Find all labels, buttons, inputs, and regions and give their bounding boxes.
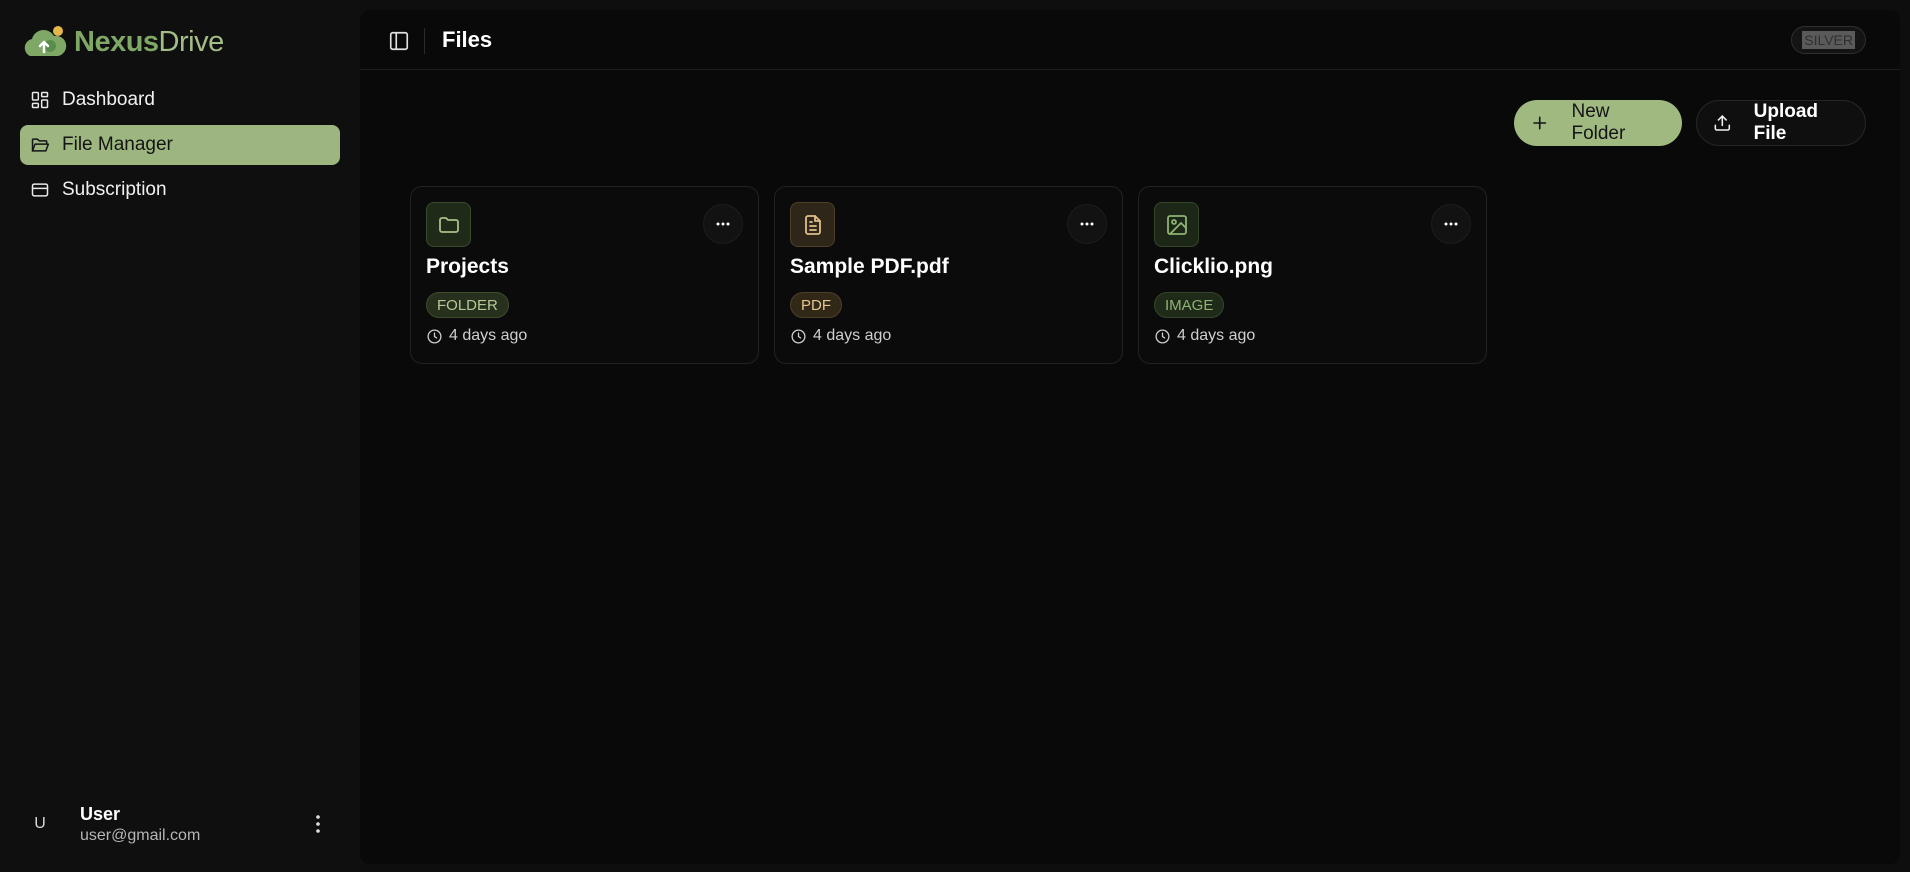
brand-name-part1: Nexus (74, 25, 159, 58)
user-info: User user@gmail.com (80, 804, 200, 845)
file-type-badge: FOLDER (426, 292, 509, 318)
plus-icon (1533, 116, 1547, 130)
new-folder-button[interactable]: New Folder (1514, 100, 1682, 146)
file-time-text: 4 days ago (1177, 327, 1256, 344)
folder-open-icon (31, 138, 50, 152)
topbar: Files SILVER (360, 10, 1900, 70)
more-horizontal-icon (1080, 222, 1094, 226)
sidebar-item-label: Subscription (62, 179, 167, 200)
file-icon-badge (426, 202, 471, 247)
more-options-button[interactable] (1431, 204, 1471, 244)
file-time-text: 4 days ago (813, 327, 892, 344)
file-type-badge: PDF (790, 292, 842, 318)
brand-name-part2: Drive (158, 25, 225, 58)
sidebar-item-label: File Manager (62, 134, 173, 155)
file-card[interactable]: Sample PDF.pdf PDF 4 days ago (774, 186, 1123, 364)
folder-icon (438, 216, 459, 233)
more-options-button[interactable] (703, 204, 743, 244)
new-folder-label: New Folder (1571, 101, 1626, 144)
page-title: Files (442, 27, 493, 52)
main-panel: Files SILVER New Folder Upload File Proj… (360, 10, 1900, 864)
file-text-icon (804, 214, 821, 235)
avatar: U (34, 815, 46, 832)
clock-icon (1155, 328, 1170, 344)
plan-label: SILVER (1802, 31, 1855, 49)
user-email: user@gmail.com (80, 826, 201, 844)
sidebar-toggle-icon (389, 31, 409, 51)
sidebar-item-subscription[interactable]: Subscription (20, 170, 340, 210)
sidebar: NexusDrive Dashboard File Manager Subscr… (0, 0, 360, 872)
file-type-badge: IMAGE (1154, 292, 1225, 318)
file-name: Clicklio.png (1154, 255, 1274, 278)
more-horizontal-icon (716, 222, 730, 226)
user-profile[interactable]: U User user@gmail.com (20, 800, 340, 848)
clock-icon (791, 328, 806, 344)
file-timestamp: 4 days ago (1154, 327, 1255, 345)
file-card[interactable]: Clicklio.png IMAGE 4 days ago (1138, 186, 1487, 364)
clock-icon (427, 328, 442, 344)
cloud-upload-logo-icon (24, 26, 67, 56)
plan-badge: SILVER (1791, 26, 1866, 54)
brand-name: NexusDrive (74, 26, 224, 59)
file-name: Sample PDF.pdf (790, 255, 949, 278)
file-timestamp: 4 days ago (426, 327, 527, 345)
sidebar-item-label: Dashboard (62, 89, 155, 110)
more-horizontal-icon (1444, 222, 1458, 226)
image-icon (1166, 214, 1187, 235)
user-name: User (80, 803, 121, 824)
file-time-text: 4 days ago (449, 327, 528, 344)
upload-file-label: Upload File (1753, 101, 1819, 144)
more-vertical-icon[interactable] (306, 812, 330, 836)
brand-logo[interactable]: NexusDrive (20, 22, 224, 62)
sidebar-toggle-button[interactable] (388, 30, 410, 52)
file-timestamp: 4 days ago (790, 327, 891, 345)
action-bar: New Folder Upload File (1514, 100, 1866, 146)
upload-file-button[interactable]: Upload File (1696, 100, 1866, 146)
file-icon-badge (1154, 202, 1199, 247)
credit-card-icon (31, 183, 49, 197)
file-card[interactable]: Projects FOLDER 4 days ago (410, 186, 759, 364)
topbar-divider (424, 28, 425, 54)
sidebar-item-dashboard[interactable]: Dashboard (20, 80, 340, 120)
more-options-button[interactable] (1067, 204, 1107, 244)
sidebar-item-file-manager[interactable]: File Manager (20, 125, 340, 165)
sidebar-nav: Dashboard File Manager Subscription (20, 80, 340, 215)
upload-icon (1714, 115, 1731, 131)
file-name: Projects (426, 255, 509, 278)
file-icon-badge (790, 202, 835, 247)
dashboard-icon (31, 91, 49, 109)
file-grid: Projects FOLDER 4 days ago Sample PDF.pd… (410, 186, 1487, 364)
